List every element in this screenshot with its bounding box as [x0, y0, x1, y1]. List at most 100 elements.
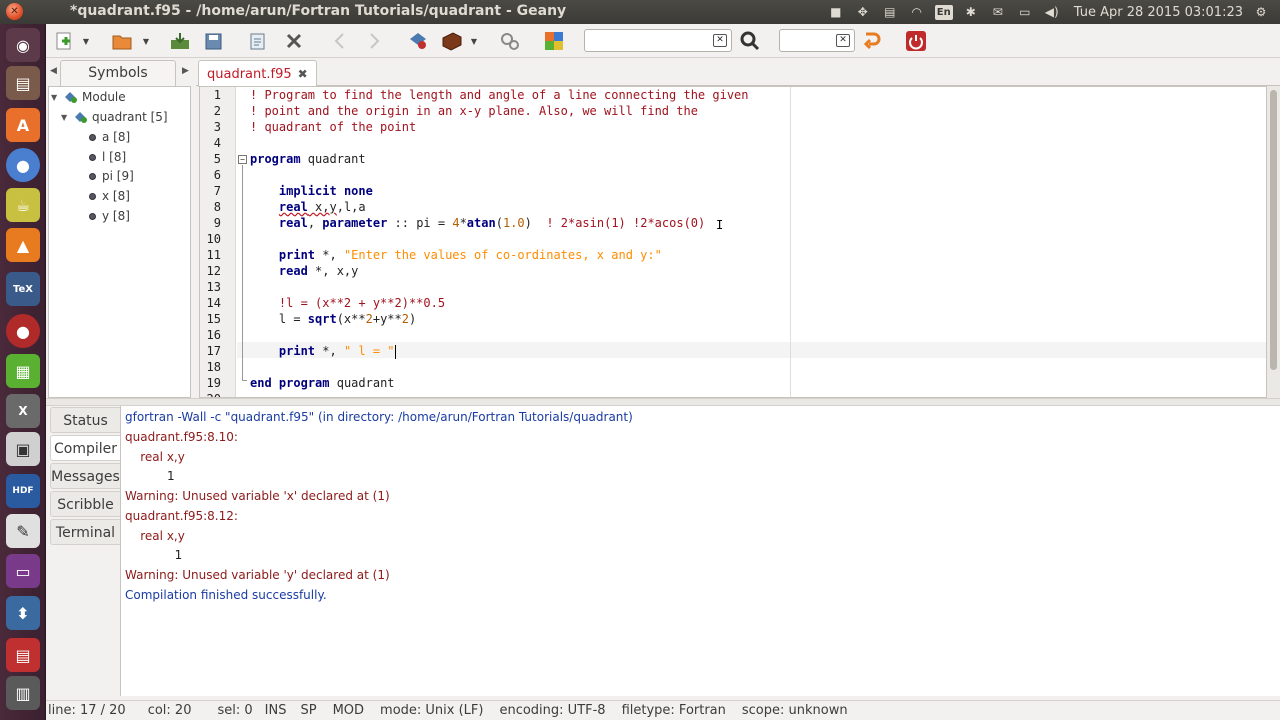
build-icon[interactable]	[440, 29, 464, 53]
app-icon[interactable]: ▤	[6, 638, 40, 672]
battery-icon[interactable]: ▭	[1016, 5, 1034, 19]
line-number: 7	[213, 184, 221, 198]
bluetooth-icon[interactable]: ✱	[962, 5, 980, 19]
forward-icon[interactable]	[362, 29, 386, 53]
tree-item-variable[interactable]: l [8]	[89, 148, 126, 166]
variable-icon	[89, 172, 96, 180]
main-toolbar: ▼ ▼ ▼ ✕ ✕	[46, 24, 1280, 58]
pane-splitter[interactable]	[46, 398, 1280, 406]
editor-icon[interactable]: ✎	[6, 514, 40, 548]
line-number: 1	[213, 88, 221, 102]
color-chooser-icon[interactable]	[542, 29, 566, 53]
code-line-3: ! quadrant of the point	[250, 120, 417, 134]
line-number: 19	[206, 376, 221, 390]
collapse-icon[interactable]: ▼	[51, 93, 63, 102]
top-panel: ✕ *quadrant.f95 - /home/arun/Fortran Tut…	[0, 0, 1280, 24]
tab-status[interactable]: Status	[50, 407, 120, 433]
wifi-icon[interactable]: ◠	[908, 5, 926, 19]
tree-item-quadrant[interactable]: ▼ quadrant [5]	[61, 108, 168, 126]
jump-to-line-icon[interactable]	[860, 29, 884, 53]
code-line-14: !l = (x**2 + y**2)**0.5	[278, 296, 446, 310]
volume-icon[interactable]: ◀)	[1043, 5, 1061, 19]
clear-search-icon[interactable]: ✕	[713, 34, 727, 47]
close-file-icon[interactable]	[282, 29, 306, 53]
texmaker-icon[interactable]: TeX	[6, 272, 40, 306]
line-number: 2	[213, 104, 221, 118]
power-settings-icon[interactable]: ⚙	[1252, 5, 1270, 19]
dash-home-icon[interactable]: ◉	[6, 28, 40, 62]
compiler-message[interactable]: 1	[125, 546, 183, 564]
workspace-icon[interactable]: ▭	[6, 554, 40, 588]
chrome-icon[interactable]: ●	[6, 148, 40, 182]
close-window-icon[interactable]: ✕	[6, 3, 23, 20]
trash-icon[interactable]: ▥	[6, 676, 40, 710]
revert-icon[interactable]	[246, 29, 270, 53]
geany-icon[interactable]: ☕	[6, 188, 40, 222]
document-tab[interactable]: quadrant.f95 ✖	[198, 60, 317, 87]
compiler-message[interactable]: Warning: Unused variable 'x' declared at…	[125, 487, 390, 505]
recorder-icon[interactable]: ■	[827, 5, 845, 19]
network-icon[interactable]: ⬍	[6, 596, 40, 630]
software-center-icon[interactable]: A	[6, 108, 40, 142]
compiler-message[interactable]: quadrant.f95:8.10:	[125, 428, 238, 446]
compiler-output[interactable]: gfortran -Wall -c "quadrant.f95" (in dir…	[120, 406, 1280, 696]
keyboard-language-indicator[interactable]: En	[934, 4, 953, 20]
compiler-message[interactable]: real x,y	[125, 448, 185, 466]
vlc-icon[interactable]: ▲	[6, 228, 40, 262]
hdf-icon[interactable]: HDF	[6, 474, 40, 508]
line-number: 11	[206, 248, 221, 262]
back-icon[interactable]	[328, 29, 352, 53]
save-all-icon[interactable]	[202, 29, 226, 53]
new-file-icon[interactable]	[52, 29, 76, 53]
compiler-message[interactable]: Compilation finished successfully.	[125, 586, 327, 604]
clear-goto-icon[interactable]: ✕	[836, 34, 850, 47]
close-tab-icon[interactable]: ✖	[298, 67, 308, 81]
editor-vertical-scrollbar[interactable]	[1267, 86, 1280, 398]
tab-scribble[interactable]: Scribble	[50, 491, 120, 517]
tab-terminal[interactable]: Terminal	[50, 519, 120, 545]
compiler-message[interactable]: gfortran -Wall -c "quadrant.f95" (in dir…	[125, 408, 633, 426]
clock[interactable]: Tue Apr 28 2015 03:01:23	[1074, 5, 1243, 20]
line-number: 8	[213, 200, 221, 214]
sidebar-tab-next-icon[interactable]: ▶	[182, 66, 189, 76]
sidebar-tab-prev-icon[interactable]: ◀	[50, 66, 57, 76]
compile-icon[interactable]	[406, 29, 430, 53]
notes-icon[interactable]: ▤	[881, 5, 899, 19]
search-input[interactable]: ✕	[584, 29, 732, 52]
xmgrace-icon[interactable]: X	[6, 394, 40, 428]
status-filetype: filetype: Fortran	[621, 703, 726, 718]
execute-icon[interactable]	[498, 29, 522, 53]
files-icon[interactable]: ▤	[6, 66, 40, 100]
code-line-17: print *, " l = "	[278, 344, 396, 359]
calc-icon[interactable]: ▦	[6, 354, 40, 388]
open-file-dropdown-icon[interactable]: ▼	[140, 29, 152, 53]
compiler-message[interactable]: 1	[125, 467, 175, 485]
build-dropdown-icon[interactable]: ▼	[468, 29, 480, 53]
new-file-dropdown-icon[interactable]: ▼	[80, 29, 92, 53]
tree-item-module[interactable]: ▼ Module	[51, 88, 126, 106]
app-red-icon[interactable]: ●	[6, 314, 40, 348]
tab-messages[interactable]: Messages	[50, 463, 120, 489]
tab-compiler[interactable]: Compiler	[50, 435, 120, 461]
code-editor[interactable]: 1 2 3 4 5 6 7 8 9 10 11 12 13 14 15 16 1…	[199, 86, 1267, 398]
quit-icon[interactable]	[904, 29, 928, 53]
tab-symbols[interactable]: Symbols	[60, 60, 176, 86]
compiler-message[interactable]: real x,y	[125, 527, 185, 545]
fold-toggle-icon[interactable]: −	[238, 155, 247, 164]
line-number: 13	[206, 280, 221, 294]
mail-icon[interactable]: ✉	[989, 5, 1007, 19]
scrollbar-thumb[interactable]	[1270, 90, 1277, 370]
compiler-message[interactable]: quadrant.f95:8.12:	[125, 507, 238, 525]
tree-item-variable[interactable]: pi [9]	[89, 167, 134, 185]
open-file-icon[interactable]	[110, 29, 134, 53]
find-icon[interactable]	[738, 29, 762, 53]
tree-item-variable[interactable]: a [8]	[89, 128, 130, 146]
compiler-message[interactable]: Warning: Unused variable 'y' declared at…	[125, 566, 390, 584]
tree-item-variable[interactable]: y [8]	[89, 207, 130, 225]
tree-item-variable[interactable]: x [8]	[89, 187, 130, 205]
goto-line-input[interactable]: ✕	[779, 29, 855, 52]
dropbox-icon[interactable]: ✥	[854, 5, 872, 19]
save-icon[interactable]	[168, 29, 192, 53]
collapse-icon[interactable]: ▼	[61, 113, 73, 122]
virtualbox-icon[interactable]: ▣	[6, 432, 40, 466]
